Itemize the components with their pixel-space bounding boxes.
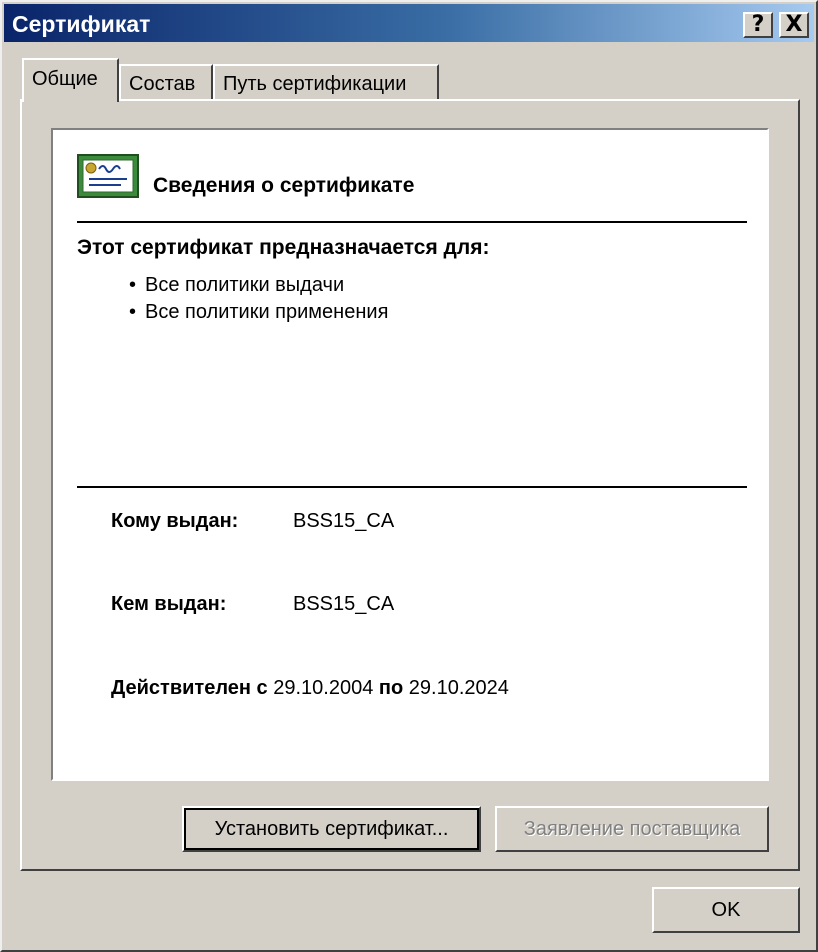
divider [77, 221, 747, 223]
ok-button[interactable]: OK [652, 887, 800, 933]
install-certificate-button[interactable]: Установить сертификат... [182, 806, 481, 852]
window-title: Сертификат [12, 11, 151, 37]
bullet-icon: • [129, 301, 137, 323]
tab-general[interactable]: Общие [22, 58, 119, 102]
tab-details[interactable]: Состав [119, 64, 213, 100]
issued-by-value: BSS15_CA [293, 593, 395, 615]
install-certificate-label: Установить сертификат... [214, 818, 449, 840]
purpose-list: • Все политики выдачи • Все политики приме… [129, 272, 388, 326]
issuer-statement-button[interactable]: Заявление поставщика [495, 806, 769, 852]
list-item: • Все политики выдачи [129, 272, 388, 299]
bullet-icon: • [129, 274, 137, 296]
certificate-info-box: Сведения о сертификате Этот сертификат п… [51, 128, 769, 781]
valid-to-label: по [378, 677, 404, 699]
close-button[interactable]: X [779, 12, 809, 38]
valid-to-value: 29.10.2024 [408, 677, 509, 699]
issued-to-value: BSS15_CA [293, 510, 395, 532]
valid-from-label: Действителен с [111, 677, 268, 699]
valid-from-value: 29.10.2004 [273, 677, 374, 699]
purpose-text: Все политики применения [145, 301, 389, 323]
help-button[interactable]: ? [743, 12, 773, 38]
title-bar[interactable]: Сертификат ? X [4, 4, 814, 42]
tab-certification-path[interactable]: Путь сертификации [213, 64, 439, 100]
certificate-icon [77, 154, 139, 198]
list-item: • Все политики применения [129, 299, 388, 326]
issued-to-label: Кому выдан: [111, 510, 239, 532]
purpose-heading: Этот сертификат предназначается для: [77, 236, 490, 259]
divider [77, 486, 747, 488]
info-title: Сведения о сертификате [153, 174, 415, 197]
certificate-dialog: Сертификат ? X Общие Состав Путь сертифи… [0, 0, 818, 952]
purpose-text: Все политики выдачи [145, 274, 345, 296]
validity-period: Действителен с 29.10.2004 по 29.10.2024 [111, 677, 509, 700]
issued-by-label: Кем выдан: [111, 593, 227, 615]
